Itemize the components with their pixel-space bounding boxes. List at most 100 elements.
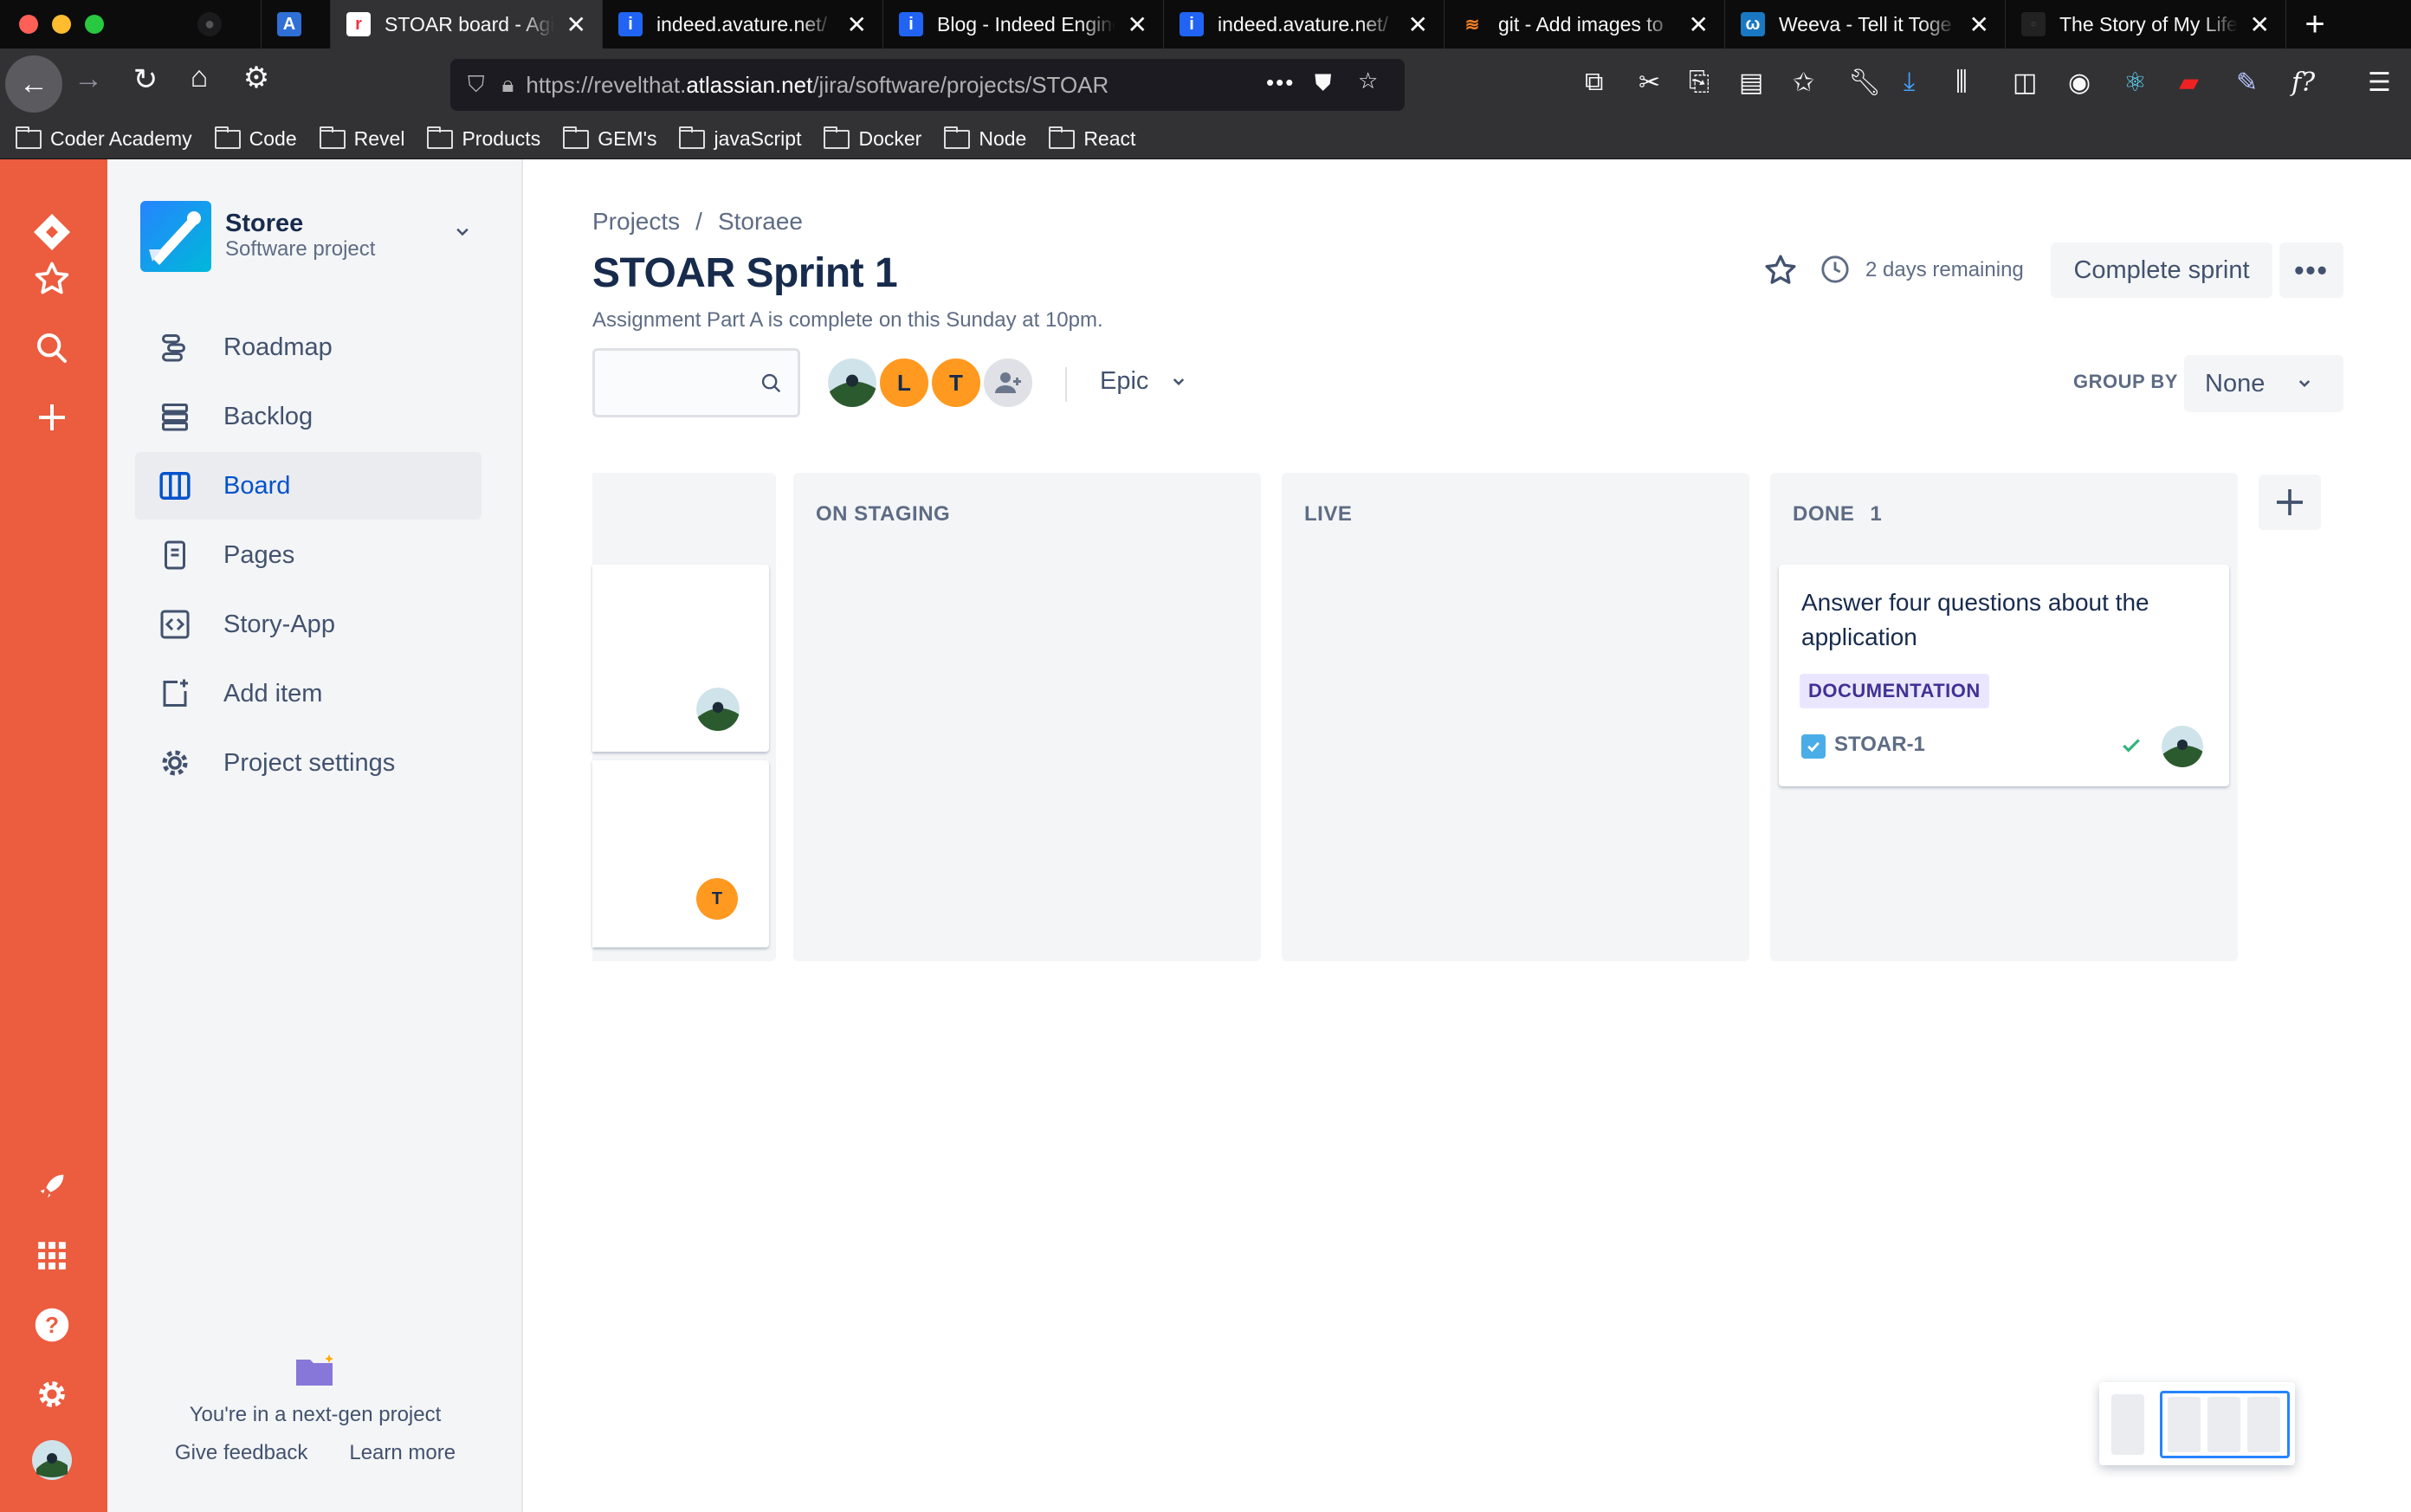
close-tab-icon[interactable]: ✕ [847,10,867,39]
sidebar-toggle-icon[interactable]: ◫ [2013,68,2037,98]
tab-indeed-1[interactable]: i indeed.avature.net/ ✕ [603,0,883,48]
tab-stackoverflow[interactable]: ≋ git - Add images to ✕ [1445,0,1725,48]
page-actions-icon[interactable]: ••• [1266,69,1295,96]
sidebar-item-pages[interactable]: Pages [135,521,482,589]
sidebar-item-backlog[interactable]: Backlog [135,383,482,450]
star-icon[interactable] [1763,253,1801,291]
tab-story[interactable]: ◦ The Story of My Life ✕ [2006,0,2286,48]
notifications-rocket-icon[interactable] [31,1166,73,1207]
bookmark-folder[interactable]: Products [427,126,540,151]
group-by-select[interactable]: None [2184,355,2343,412]
tab-stoar-board[interactable]: r STOAR board - Agile ✕ [331,0,603,48]
minimize-window-button[interactable] [52,15,71,34]
tab-indeed-blog[interactable]: i Blog - Indeed Engine ✕ [883,0,1164,48]
avatar-filter-user-1[interactable] [824,355,880,410]
account-icon[interactable]: ◉ [2068,68,2091,98]
bookmark-folder[interactable]: GEM's [563,126,656,151]
avatar-filter-user-l[interactable]: L [876,355,932,410]
close-tab-icon[interactable]: ✕ [1128,10,1147,39]
issue-card[interactable]: Answer four questions about the applicat… [1779,565,2229,786]
avatar-filter-user-t[interactable]: T [928,355,984,410]
complete-sprint-button[interactable]: Complete sprint [2051,242,2272,298]
copy-icon[interactable]: ⎘ [1689,68,1710,97]
close-tab-icon[interactable]: ✕ [566,10,586,39]
bookmark-folder[interactable]: Revel [319,126,404,151]
sidebar-item-story-app[interactable]: Story-App [135,591,482,658]
settings-gear-icon[interactable] [31,1373,73,1415]
profile-avatar[interactable] [31,1439,73,1481]
extension-red-icon[interactable]: ▰ [2179,68,2199,98]
chevron-down-icon[interactable] [454,220,471,247]
sidebar-item-roadmap[interactable]: Roadmap [135,313,482,381]
tracking-shield-icon[interactable]: ⛉ [468,71,485,99]
epic-filter[interactable]: Epic [1100,367,1186,396]
bookmark-label: Coder Academy [50,127,192,150]
folder-icon [16,126,42,149]
tab-weeva[interactable]: ω Weeva - Tell it Toge ✕ [1725,0,2006,48]
bookmark-folder[interactable]: Coder Academy [16,126,192,151]
issue-key[interactable]: STOAR-1 [1834,733,1925,757]
screenshot-icon[interactable]: ⧉ [1585,68,1603,97]
jira-logo-icon[interactable] [31,211,73,253]
sidebar-item-add-item[interactable]: Add item [135,660,482,727]
forward-icon[interactable]: → [62,62,114,96]
help-icon[interactable]: ? [31,1304,73,1346]
more-actions-button[interactable]: ••• [2279,242,2343,298]
sidebar-item-project-settings[interactable]: Project settings [135,729,482,797]
reload-icon[interactable]: ↻ [120,62,171,97]
close-tab-icon[interactable]: ✕ [1408,10,1428,39]
bookmark-folder[interactable]: React [1049,126,1135,151]
column-header: DONE 1 [1793,502,1882,527]
search-input[interactable] [592,348,800,417]
tab-github[interactable]: ● [182,0,262,48]
reading-star-icon[interactable]: ✩ [1793,68,1814,98]
learn-more-link[interactable]: Learn more [349,1441,456,1465]
bookmark-folder[interactable]: javaScript [679,126,801,151]
create-icon[interactable] [31,397,73,438]
epic-lozenge: DOCUMENTATION [1800,674,1989,708]
breadcrumb-projects[interactable]: Projects [592,208,680,235]
bookmark-folder[interactable]: Docker [824,126,921,151]
issue-card[interactable] [592,565,769,752]
new-tab-button[interactable]: + [2286,0,2343,48]
issue-card[interactable]: T [592,760,769,947]
tab-indeed-2[interactable]: i indeed.avature.net/ ✕ [1164,0,1445,48]
url-bar[interactable]: ⛉ 🔒︎ https://revelthat. atlassian.net/jir… [450,59,1405,111]
library-icon[interactable]: ⫼ [1955,68,1968,97]
search-icon[interactable] [31,327,73,369]
github-icon: ● [197,12,222,36]
home-icon[interactable]: ⌂ [173,61,225,94]
bookmark-folder[interactable]: Node [944,126,1026,151]
zoom-window-button[interactable] [85,15,104,34]
cut-icon[interactable]: ✂ [1639,68,1660,98]
tab-avature[interactable]: A [262,0,331,48]
minimap-viewport[interactable] [2160,1391,2290,1458]
download-icon[interactable]: ⤓ [1904,68,1915,97]
project-avatar[interactable] [140,201,211,272]
close-window-button[interactable] [19,15,38,34]
back-icon[interactable]: ← [5,55,62,113]
wrench-icon[interactable]: 🔧︎ [1848,68,1881,98]
clipboard-icon[interactable]: ▤ [1739,68,1763,98]
tab-title: Weeva - Tell it Toge [1779,12,1952,36]
pocket-icon[interactable]: ⛊ [1315,69,1332,97]
close-tab-icon[interactable]: ✕ [2250,10,2270,39]
add-column-button[interactable] [2259,475,2321,530]
bookmark-folder[interactable]: Code [214,126,297,151]
close-tab-icon[interactable]: ✕ [1689,10,1709,39]
hamburger-menu-icon[interactable]: ☰ [2368,68,2391,98]
board-minimap[interactable] [2099,1382,2295,1465]
sidebar-item-board[interactable]: Board [135,452,482,520]
eyedropper-icon[interactable]: ✎ [2236,68,2258,98]
project-name[interactable]: Storee [225,210,303,238]
bookmark-star-icon[interactable]: ☆ [1358,68,1378,94]
formula-icon[interactable]: f? [2291,68,2315,98]
react-devtools-icon[interactable]: ⚛ [2123,68,2147,98]
close-tab-icon[interactable]: ✕ [1969,10,1989,39]
starred-icon[interactable] [31,258,73,300]
app-switcher-icon[interactable] [31,1235,73,1276]
extension-gear-icon[interactable]: ⚙ [230,61,282,95]
breadcrumb-project[interactable]: Storaee [718,208,803,235]
add-people-icon[interactable] [980,355,1036,410]
give-feedback-link[interactable]: Give feedback [175,1441,307,1465]
